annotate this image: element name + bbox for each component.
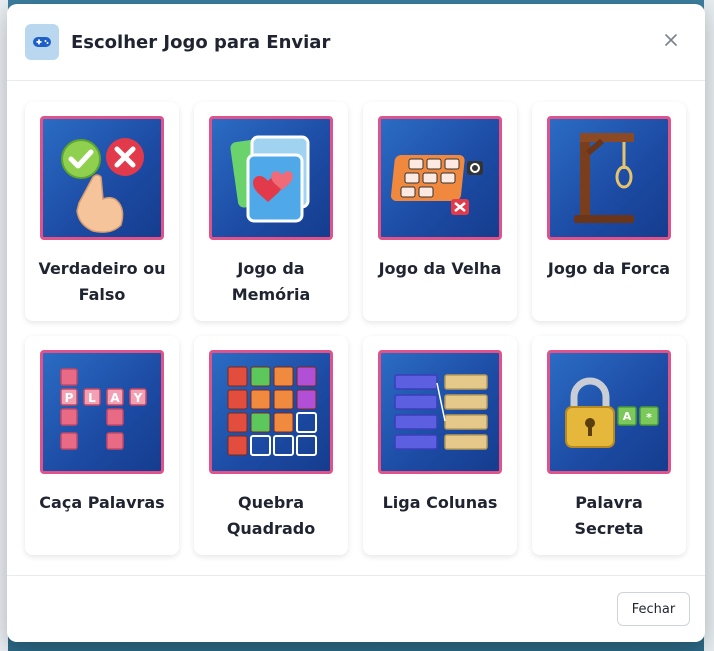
game-label: Jogo da Memória	[231, 259, 311, 304]
game-card-liga-colunas[interactable]: Liga Colunas	[363, 336, 517, 555]
game-card-jogo-da-forca[interactable]: Jogo da Forca	[532, 102, 686, 321]
gamepad-icon	[25, 24, 59, 60]
game-card-jogo-da-velha[interactable]: Jogo da Velha	[363, 102, 517, 321]
games-grid: Verdadeiro ou Falso Jogo da Memória Jogo…	[25, 102, 686, 555]
game-label: Quebra Quadrado	[226, 493, 316, 538]
svg-text:A: A	[110, 391, 120, 405]
modal-title: Escolher Jogo para Enviar	[71, 31, 331, 53]
close-icon[interactable]	[663, 32, 679, 48]
word-search-icon: P L A Y	[40, 350, 164, 474]
close-button[interactable]: Fechar	[617, 592, 690, 626]
game-card-verdadeiro-ou-falso[interactable]: Verdadeiro ou Falso	[25, 102, 179, 321]
tic-tac-toe-icon	[378, 116, 502, 240]
svg-text:A: A	[623, 410, 632, 423]
padlock-icon: A *	[547, 350, 671, 474]
game-label: Caça Palavras	[39, 493, 165, 512]
memory-cards-icon	[209, 116, 333, 240]
svg-text:Y: Y	[133, 391, 143, 405]
gallows-icon	[547, 116, 671, 240]
modal-header: Escolher Jogo para Enviar	[7, 4, 705, 81]
game-label: Palavra Secreta	[574, 493, 644, 538]
block-puzzle-icon	[209, 350, 333, 474]
game-card-caca-palavras[interactable]: P L A Y Caça Palavras	[25, 336, 179, 555]
svg-text:*: *	[646, 411, 652, 424]
svg-text:P: P	[65, 391, 74, 405]
game-label: Jogo da Forca	[547, 259, 671, 278]
game-label: Verdadeiro ou Falso	[38, 259, 166, 304]
svg-text:L: L	[88, 391, 96, 405]
game-label: Jogo da Velha	[378, 259, 502, 278]
modal-body: Verdadeiro ou Falso Jogo da Memória Jogo…	[7, 81, 705, 575]
game-picker-modal: Escolher Jogo para Enviar Verdadeiro ou …	[7, 4, 705, 642]
game-label: Liga Colunas	[382, 493, 498, 512]
game-card-jogo-da-memoria[interactable]: Jogo da Memória	[194, 102, 348, 321]
modal-footer: Fechar	[7, 575, 705, 642]
match-columns-icon	[378, 350, 502, 474]
true-false-icon	[40, 116, 164, 240]
background-right-edge	[704, 0, 714, 651]
game-card-palavra-secreta[interactable]: A * Palavra Secreta	[532, 336, 686, 555]
game-card-quebra-quadrado[interactable]: Quebra Quadrado	[194, 336, 348, 555]
